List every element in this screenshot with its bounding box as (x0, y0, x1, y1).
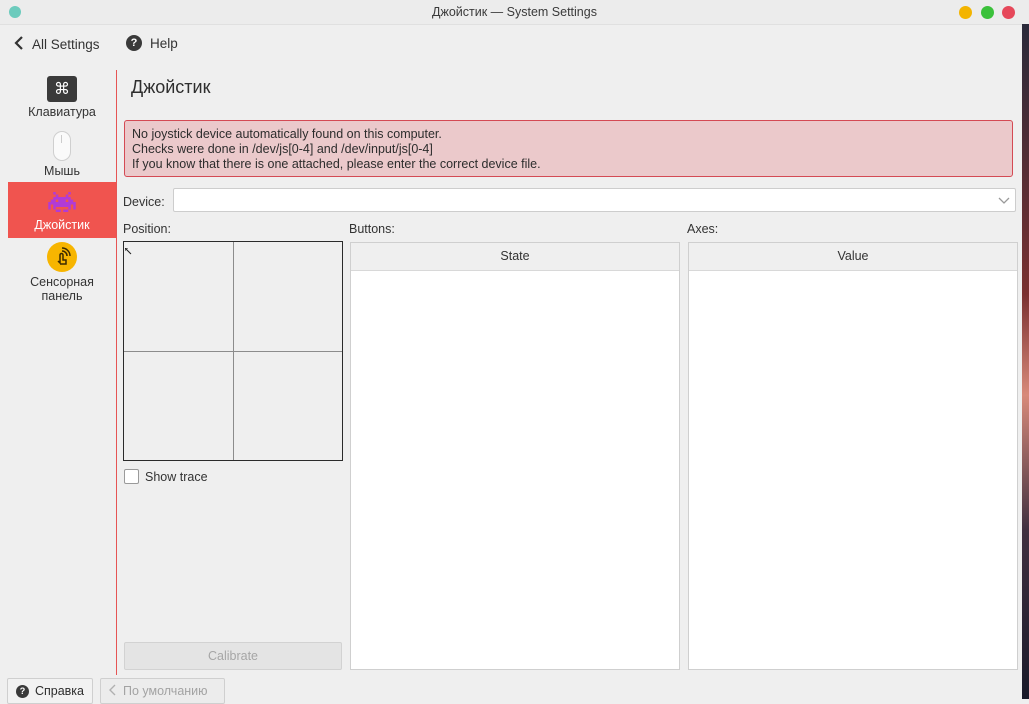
checkbox-box[interactable] (124, 469, 139, 484)
all-settings-label: All Settings (32, 37, 100, 52)
maximize-button[interactable] (981, 6, 994, 19)
calibrate-button[interactable]: Calibrate (124, 642, 342, 670)
sidebar-item-label-line1: Сенсорная (30, 275, 94, 289)
background-window-edge (1022, 24, 1029, 699)
show-trace-label: Show trace (145, 469, 208, 484)
sidebar-item-label: Мышь (44, 164, 80, 178)
help-footer-label: Справка (34, 684, 84, 698)
top-toolbar: All Settings ? Help (0, 25, 1022, 65)
help-icon: ? (16, 684, 29, 698)
touchpad-icon (47, 242, 77, 272)
window-title: Джойстик — System Settings (432, 5, 597, 19)
help-icon: ? (126, 35, 142, 51)
sidebar-divider (116, 70, 117, 675)
device-label: Device: (123, 195, 165, 209)
help-footer-button[interactable]: ? Справка (7, 678, 93, 704)
position-marker-icon (124, 243, 132, 258)
device-combobox[interactable] (173, 188, 1016, 212)
axes-label: Axes: (687, 222, 719, 236)
help-button[interactable]: ? Help (126, 35, 178, 51)
chevron-left-icon (109, 684, 117, 699)
defaults-button[interactable]: По умолчанию (100, 678, 225, 704)
page-title: Джойстик (131, 77, 211, 97)
chevron-down-icon (998, 194, 1010, 209)
alert-line: Checks were done in /dev/js[0-4] and /de… (132, 142, 433, 156)
position-widget (123, 241, 343, 461)
chevron-left-icon (14, 35, 24, 54)
window-titlebar: Джойстик — System Settings (0, 0, 1029, 25)
mouse-icon (53, 131, 71, 161)
alert-line: No joystick device automatically found o… (132, 127, 442, 141)
axes-table-header-value[interactable]: Value (689, 243, 1017, 271)
minimize-button[interactable] (959, 6, 972, 19)
sidebar-item-label: Клавиатура (28, 105, 96, 119)
buttons-table-header-state[interactable]: State (351, 243, 679, 271)
buttons-label: Buttons: (349, 222, 395, 236)
close-button[interactable] (1002, 6, 1015, 19)
show-trace-checkbox[interactable]: Show trace (124, 469, 208, 484)
sidebar-item-touchpad[interactable]: Сенсорная панель (8, 242, 116, 308)
sidebar-item-label-line2: панель (41, 289, 83, 303)
no-device-alert: No joystick device automatically found o… (124, 120, 1013, 177)
defaults-label: По умолчанию (123, 684, 208, 698)
sidebar-item-keyboard[interactable]: ⌘ Клавиатура (8, 76, 116, 128)
help-label: Help (150, 35, 178, 51)
position-horizontal-axis (124, 351, 342, 352)
all-settings-button[interactable]: All Settings (14, 35, 100, 54)
sidebar-item-label: Джойстик (34, 218, 90, 232)
buttons-table[interactable]: State (350, 242, 680, 670)
position-label: Position: (123, 222, 171, 236)
sidebar-item-mouse[interactable]: Мышь (8, 131, 116, 182)
alert-line: If you know that there is one attached, … (132, 157, 541, 171)
keyboard-icon: ⌘ (47, 76, 77, 102)
joystick-invader-icon (47, 192, 77, 215)
sidebar: ⌘ Клавиатура Мышь Джойстик Сенсорная пан… (8, 70, 116, 675)
sidebar-item-joystick[interactable]: Джойстик (8, 182, 116, 238)
axes-table[interactable]: Value (688, 242, 1018, 670)
